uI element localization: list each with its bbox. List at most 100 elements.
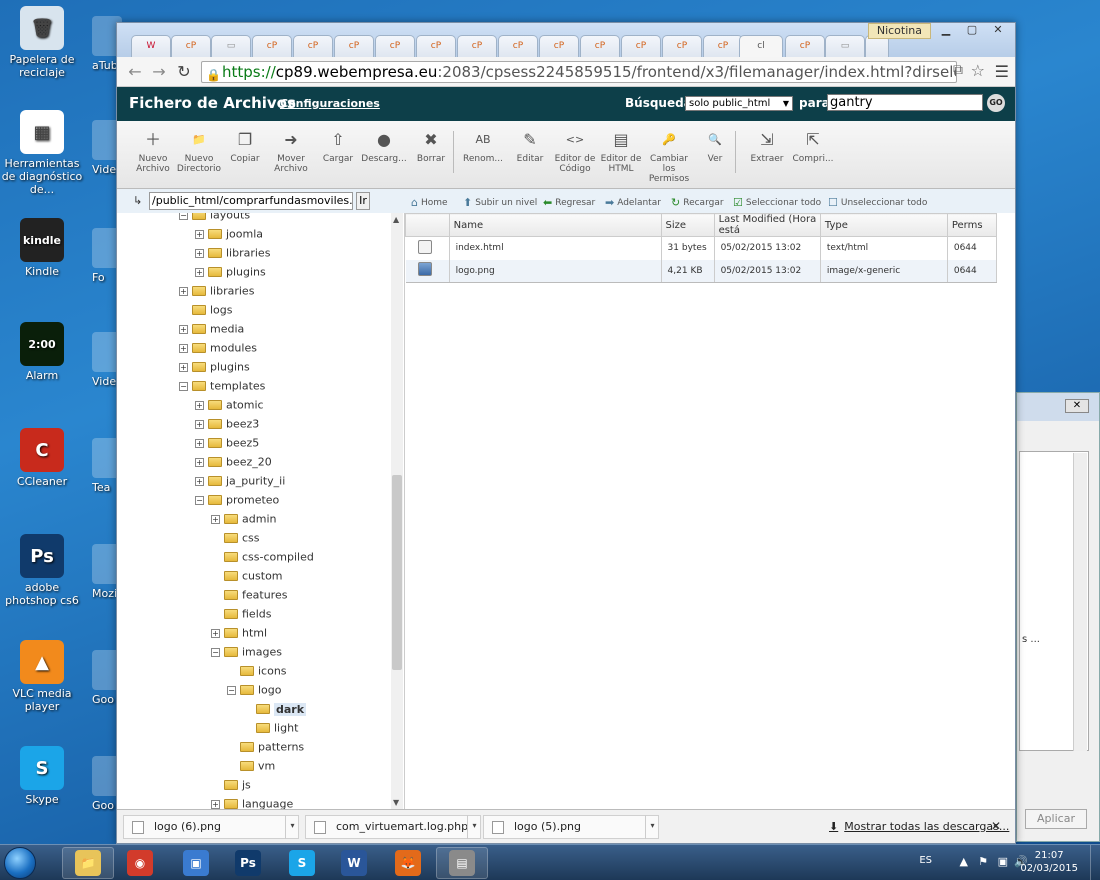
tool-button[interactable]: ⇧ Cargar [314,129,362,164]
expand-icon[interactable]: + [179,362,188,372]
language-indicator[interactable]: ES [919,855,932,866]
expand-icon[interactable]: + [179,324,188,334]
expand-icon[interactable]: + [195,267,204,277]
tree-item[interactable]: − prometeo [195,493,279,512]
chevron-down-icon[interactable]: ▾ [285,815,299,839]
profile-badge[interactable]: Nicotina [867,23,931,39]
tab-cpanel[interactable]: cP [293,35,333,57]
back-icon[interactable]: ← [125,62,145,82]
tree-item[interactable]: − images [211,645,282,664]
desktop-icon[interactable]: Ps adobe photshop cs6 [0,534,84,607]
tab-cpanel[interactable]: cP [498,35,538,57]
tree-item[interactable]: + plugins [179,360,250,379]
maximize-icon[interactable]: ▢ [959,23,985,39]
collapse-icon[interactable]: − [195,495,204,505]
tab-page[interactable]: ▭ [825,35,865,57]
taskbar-apps-button[interactable]: ▣ [170,847,222,879]
desktop-icon[interactable]: C CCleaner [0,428,84,488]
tree-item[interactable]: − layouts [179,213,250,227]
desktop-icon[interactable]: ▦ Herramientas de diagnóstico de... [0,110,84,196]
tab-cpanel[interactable]: cP [785,35,825,57]
tool-button[interactable]: ✖ Borrar [407,129,455,164]
tree-item[interactable]: fields [211,607,271,626]
scroll-down-icon[interactable]: ▼ [393,798,399,807]
tab-page[interactable]: ▭ [211,35,251,57]
tool-button[interactable]: ▤ Editor de HTML [597,129,645,174]
tree-item[interactable]: + libraries [195,246,270,265]
collapse-icon[interactable]: − [179,381,188,391]
close-window-icon[interactable]: ✕ [985,23,1011,39]
tree-item[interactable]: patterns [227,740,304,759]
collapse-icon[interactable]: − [179,213,188,220]
tree-item[interactable]: js [211,778,251,797]
tool-button[interactable]: ＋ Nuevo Archivo [129,129,177,174]
tray-up-icon[interactable]: ▲ [960,855,968,868]
clock[interactable]: 21:07 02/03/2015 [1020,849,1078,875]
chevron-down-icon[interactable]: ▾ [467,815,481,839]
nav-action[interactable]: ↻ Recargar [671,196,724,209]
menu-icon[interactable]: ☰ [995,62,1009,81]
taskbar-other-button[interactable]: ▤ [436,847,488,879]
tool-button[interactable]: ● Descarg... [360,129,408,164]
reload-icon[interactable]: ↻ [174,62,194,82]
tree-item[interactable]: logs [179,303,233,322]
tab-cpanel[interactable]: cP [580,35,620,57]
network-icon[interactable]: ▣ [998,855,1008,868]
taskbar-firefox-button[interactable]: 🦊 [382,847,434,879]
desktop-icon[interactable]: 🗑 Papelera de reciclaje [0,6,84,79]
tree-item[interactable]: − logo [227,683,282,702]
tab-cpanel[interactable]: cP [334,35,374,57]
tab-cpanel[interactable]: cP [252,35,292,57]
tree-item[interactable]: + joomla [195,227,263,246]
column-header[interactable]: Type [819,213,948,237]
tree-item[interactable]: + ja_purity_ii [195,474,285,493]
scroll-thumb[interactable] [392,475,402,670]
flag-icon[interactable]: ⚑ [978,855,988,868]
tool-button[interactable]: 🔑 Cambiar los Permisos [645,129,693,184]
tree-item[interactable]: + beez3 [195,417,259,436]
column-header[interactable]: Last Modified (Hora está [713,213,821,237]
collapse-icon[interactable]: − [227,685,236,695]
expand-icon[interactable]: + [195,248,204,258]
search-input[interactable]: gantry [827,94,983,111]
tool-button[interactable]: ❐ Copiar [221,129,269,164]
tree-item[interactable]: icons [227,664,287,683]
desktop-icon[interactable]: ▲ VLC media player [0,640,84,713]
tree-item[interactable]: + libraries [179,284,254,303]
tree-item[interactable]: + plugins [195,265,266,284]
tree-item[interactable]: light [243,721,298,740]
minimize-icon[interactable]: ▁ [933,23,959,39]
address-bar[interactable]: 🔒 https://cp89.webempresa.eu:2083/cpsess2… [201,61,957,83]
tab-cpanel[interactable]: cP [621,35,661,57]
tab-cpanel[interactable]: cP [457,35,497,57]
tool-button[interactable]: ➜ Mover Archivo [267,129,315,174]
nav-action[interactable]: ⬅ Regresar [543,196,595,209]
tool-button[interactable]: ✎ Editar [506,129,554,164]
tree-item[interactable]: + beez5 [195,436,259,455]
scrollbar[interactable] [1073,453,1087,751]
tree-item[interactable]: + modules [179,341,257,360]
tab-cpanel[interactable]: cP [171,35,211,57]
expand-icon[interactable]: + [211,514,220,524]
tab-cpanel[interactable]: cP [539,35,579,57]
show-all-downloads-link[interactable]: ⬇ Mostrar todas las descargas... [829,820,1009,833]
download-item[interactable]: logo (5).png ▾ [483,815,659,839]
search-scope-select[interactable]: solo public_html ▼ [685,96,793,111]
expand-icon[interactable]: + [179,343,188,353]
collapse-icon[interactable]: − [211,647,220,657]
taskbar-explorer-button[interactable]: 📁 [62,847,114,879]
tool-button[interactable]: 📁 Nuevo Directorio [175,129,223,174]
nav-action[interactable]: ⌂ Home [411,196,448,209]
tab-cpanel[interactable]: cP [416,35,456,57]
nav-action[interactable]: ☑ Seleccionar todo [733,196,821,209]
nav-action[interactable]: ☐ Unseleccionar todo [828,196,927,209]
tool-button[interactable]: <> Editor de Código [551,129,599,174]
expand-icon[interactable]: + [211,799,220,809]
bookmark-star-icon[interactable]: ☆ [971,61,985,80]
expand-icon[interactable]: + [195,229,204,239]
tree-item[interactable]: + html [211,626,267,645]
desktop-icon[interactable]: 2:00 Alarm [0,322,84,382]
close-download-bar-icon[interactable]: ✕ [991,819,1001,833]
table-row[interactable]: index.html 31 bytes 05/02/2015 13:02 text/h… [405,236,998,260]
tab-cpanel[interactable]: cP [662,35,702,57]
